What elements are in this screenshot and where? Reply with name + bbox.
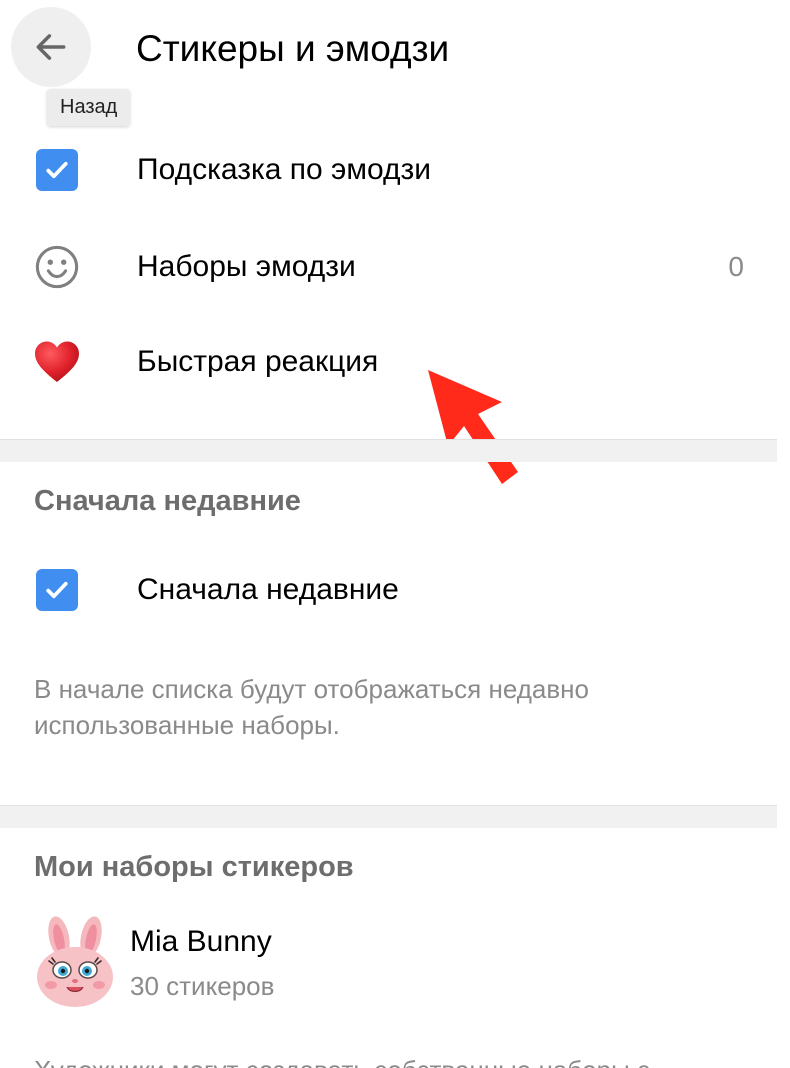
settings-page: Стикеры и эмодзи Назад Подсказка по эмод… (0, 0, 790, 1068)
checkbox-container[interactable] (33, 146, 81, 194)
emoji-suggestions-label: Подсказка по эмодзи (137, 153, 432, 186)
sticker-pack-count: 30 стикеров (130, 971, 275, 1001)
recent-first-checkbox[interactable] (36, 569, 78, 611)
checkbox-container[interactable] (33, 566, 81, 614)
bunny-sticker-icon (37, 916, 113, 1007)
emoji-suggestions-row[interactable]: Подсказка по эмодзи (0, 135, 777, 205)
sticker-creators-text: Художники могут создавать собственные на… (34, 1052, 650, 1068)
emoji-packs-row[interactable]: Наборы эмодзи 0 (0, 232, 777, 302)
page-title: Стикеры и эмодзи (136, 28, 450, 69)
quick-reaction-label: Быстрая реакция (137, 345, 379, 378)
emoji-packs-count: 0 (728, 251, 744, 282)
back-tooltip: Назад (47, 89, 131, 126)
checkmark-icon (46, 161, 68, 179)
quick-reaction-row[interactable]: Быстрая реакция (0, 327, 777, 397)
checkmark-icon (46, 581, 68, 599)
recent-first-label: Сначала недавние (137, 573, 399, 606)
smiley-icon (35, 245, 79, 289)
recent-section-header: Сначала недавние (34, 485, 301, 517)
sticker-packs-header: Мои наборы стикеров (34, 851, 354, 883)
section-divider (0, 439, 777, 462)
smiley-icon-container (33, 243, 81, 291)
arrow-left-icon (36, 34, 66, 60)
emoji-suggestions-checkbox[interactable] (36, 149, 78, 191)
section-divider (0, 805, 777, 828)
recent-first-row[interactable]: Сначала недавние (0, 555, 777, 625)
back-button[interactable] (11, 7, 91, 87)
recent-description: В начале списка будут отображаться недав… (34, 674, 589, 740)
sticker-pack-item[interactable]: Mia Bunny 30 стикеров (0, 915, 777, 1015)
heart-icon (35, 341, 79, 382)
heart-icon-container (33, 338, 81, 386)
sticker-pack-name: Mia Bunny (130, 925, 272, 958)
emoji-packs-label: Наборы эмодзи (137, 250, 356, 283)
